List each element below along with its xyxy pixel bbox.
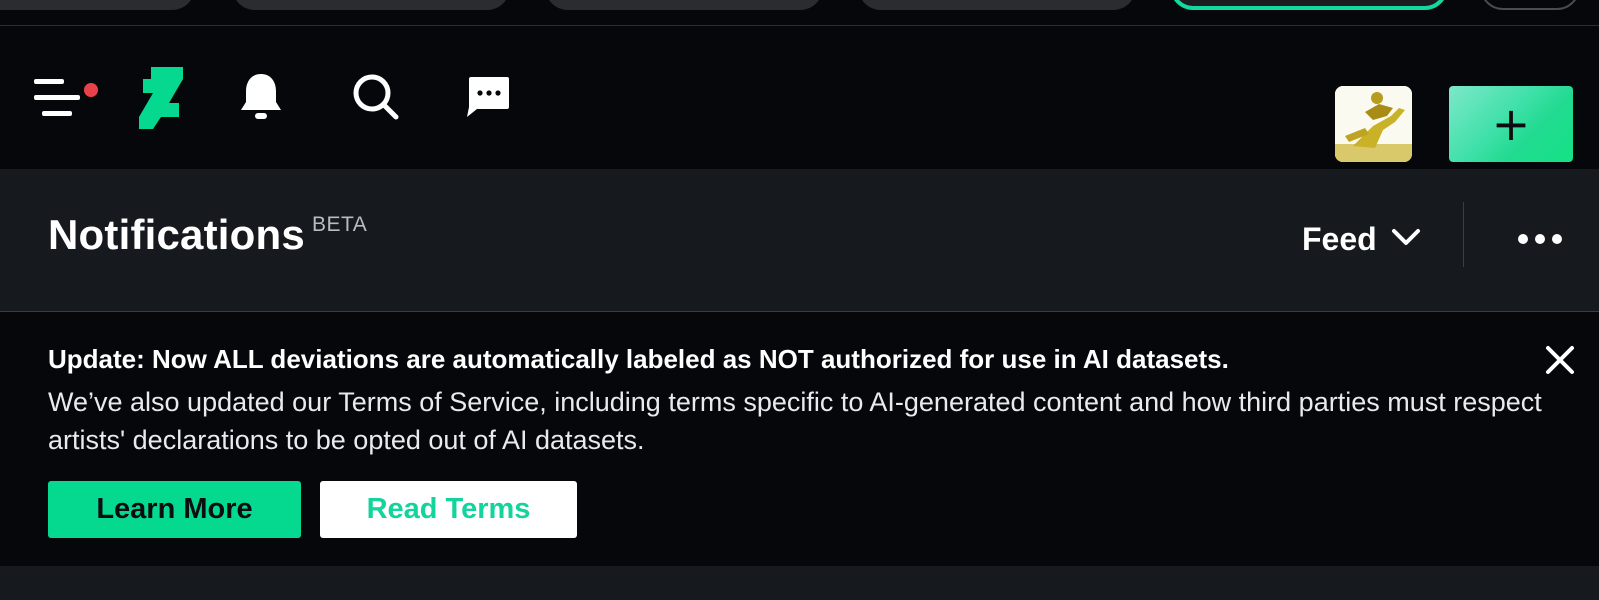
app-page: + Notifications BETA Feed Update: Now AL… [0,0,1599,600]
learn-more-button[interactable]: Learn More [48,481,301,538]
user-avatar[interactable] [1335,86,1412,162]
update-banner: Update: Now ALL deviations are automatic… [0,313,1599,566]
deviantart-logo-icon[interactable] [138,66,184,130]
menu-alert-dot [84,83,98,97]
top-navigation-bar: + [0,26,1599,169]
plus-icon: + [1491,97,1531,151]
top-tab-strip [0,0,1599,26]
more-horizontal-icon[interactable] [1512,224,1568,254]
banner-body: We’ve also updated our Terms of Service,… [48,387,1542,455]
feed-dropdown[interactable]: Feed [1302,219,1421,259]
search-icon[interactable] [350,71,402,123]
bell-icon[interactable] [236,71,286,123]
top-tab-active[interactable] [1170,0,1448,10]
top-tab[interactable] [545,0,823,10]
beta-badge: BETA [312,213,368,236]
top-tab[interactable] [858,0,1136,10]
top-tab[interactable] [1480,0,1580,10]
create-button[interactable]: + [1449,86,1573,162]
banner-headline: Update: Now ALL deviations are automatic… [48,344,1229,374]
top-tab[interactable] [232,0,510,10]
read-terms-button[interactable]: Read Terms [320,481,577,538]
page-title: Notifications [48,211,305,258]
feed-label: Feed [1302,220,1377,257]
notifications-header: Notifications BETA Feed [0,169,1599,312]
top-tab[interactable] [0,0,195,10]
chat-icon[interactable] [464,74,512,120]
menu-icon[interactable] [30,73,86,123]
close-icon[interactable] [1542,342,1578,378]
notifications-list-area [0,566,1599,600]
chevron-down-icon [1391,227,1421,252]
header-divider [1463,202,1464,267]
